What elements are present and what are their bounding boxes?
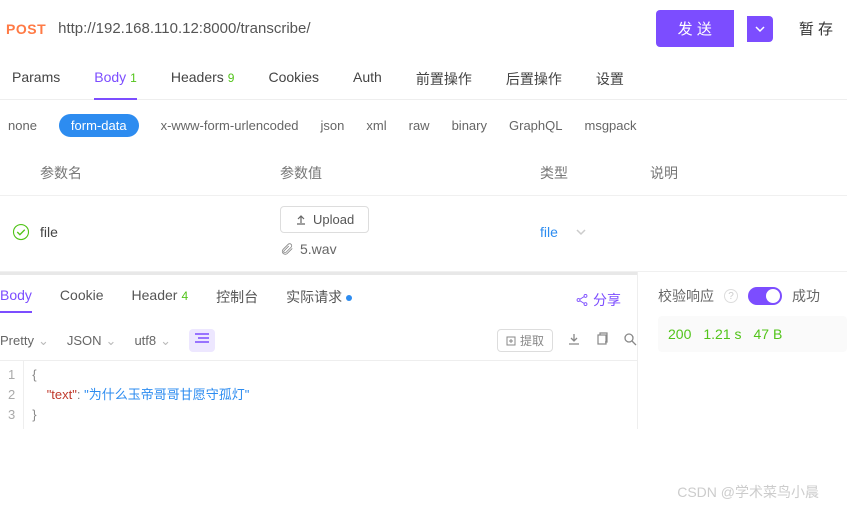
format-json[interactable]: JSON ⌄ xyxy=(67,333,117,349)
save-button[interactable]: 暂 存 xyxy=(785,10,847,47)
status-time: 1.21 s xyxy=(703,326,741,342)
attachment-icon xyxy=(280,242,294,256)
copy-icon[interactable] xyxy=(595,332,609,349)
tab-post-request[interactable]: 后置操作 xyxy=(506,69,562,99)
bodytype-form-data[interactable]: form-data xyxy=(59,114,139,137)
upload-label: Upload xyxy=(313,212,354,227)
tab-cookies[interactable]: Cookies xyxy=(268,69,319,99)
actual-dot-icon xyxy=(346,295,352,301)
bodytype-urlencoded[interactable]: x-www-form-urlencoded xyxy=(161,114,299,137)
upload-button[interactable]: Upload xyxy=(280,206,369,233)
watermark: CSDN @学术菜鸟小晨 xyxy=(677,482,819,502)
tab-headers[interactable]: Headers 9 xyxy=(171,69,235,99)
extract-label: 提取 xyxy=(520,332,544,349)
send-button[interactable]: 发 送 xyxy=(656,10,734,47)
chevron-down-icon: ⌄ xyxy=(160,333,171,349)
format-pretty-label: Pretty xyxy=(0,333,34,348)
tab-pre-request[interactable]: 前置操作 xyxy=(416,69,472,99)
url-input[interactable]: http://192.168.110.12:8000/transcribe/ xyxy=(58,20,644,37)
validate-label: 校验响应 xyxy=(658,286,714,306)
format-pretty[interactable]: Pretty ⌄ xyxy=(0,333,49,349)
validate-success-label: 成功 xyxy=(792,286,820,306)
resp-tab-actual-label: 实际请求 xyxy=(286,289,342,305)
param-type-select[interactable]: file xyxy=(540,224,650,240)
bodytype-binary[interactable]: binary xyxy=(452,114,487,137)
bodytype-xml[interactable]: xml xyxy=(366,114,386,137)
share-label: 分享 xyxy=(593,290,621,310)
extract-button[interactable]: 提取 xyxy=(497,329,553,352)
share-button[interactable]: 分享 xyxy=(575,290,621,310)
bodytype-graphql[interactable]: GraphQL xyxy=(509,114,562,137)
headers-count-badge: 9 xyxy=(228,71,235,85)
status-code: 200 xyxy=(668,326,691,342)
tab-body[interactable]: Body 1 xyxy=(94,69,137,99)
code-content: { "text": "为什么玉帝哥哥甘愿守孤灯" } xyxy=(24,361,257,429)
status-size: 47 B xyxy=(754,326,783,342)
tab-body-label: Body xyxy=(94,69,126,85)
format-json-label: JSON xyxy=(67,333,102,348)
bodytype-json[interactable]: json xyxy=(321,114,345,137)
param-row: file Upload 5.wav file xyxy=(0,196,847,272)
bodytype-none[interactable]: none xyxy=(8,114,37,137)
format-utf8[interactable]: utf8 ⌄ xyxy=(134,333,171,349)
bodytype-raw[interactable]: raw xyxy=(409,114,430,137)
download-icon[interactable] xyxy=(567,332,581,349)
filename-label: 5.wav xyxy=(300,241,337,257)
col-header-value: 参数值 xyxy=(280,163,540,183)
tab-headers-label: Headers xyxy=(171,69,224,85)
share-icon xyxy=(575,293,589,307)
status-summary: 200 1.21 s 47 B xyxy=(658,316,847,352)
upload-icon xyxy=(295,214,307,226)
validate-toggle[interactable] xyxy=(748,287,782,305)
body-count-badge: 1 xyxy=(130,71,137,85)
resp-tab-cookie[interactable]: Cookie xyxy=(60,287,104,313)
resp-tab-actual[interactable]: 实际请求 xyxy=(286,287,352,313)
tab-auth[interactable]: Auth xyxy=(353,69,382,99)
response-body-code[interactable]: 123 { "text": "为什么玉帝哥哥甘愿守孤灯" } xyxy=(0,360,637,429)
http-method[interactable]: POST xyxy=(6,21,46,37)
format-align-icon[interactable] xyxy=(189,329,215,352)
help-icon[interactable]: ? xyxy=(724,289,738,303)
send-dropdown[interactable] xyxy=(747,16,773,42)
col-header-type: 类型 xyxy=(540,163,650,183)
chevron-down-icon xyxy=(576,224,586,240)
param-name-input[interactable]: file xyxy=(34,224,280,240)
resp-tab-console[interactable]: 控制台 xyxy=(216,287,258,313)
resp-tab-header-label: Header xyxy=(132,287,178,303)
line-gutter: 123 xyxy=(0,361,24,429)
bodytype-msgpack[interactable]: msgpack xyxy=(584,114,636,137)
resp-header-badge: 4 xyxy=(181,289,188,303)
col-header-name: 参数名 xyxy=(40,163,280,183)
chevron-down-icon: ⌄ xyxy=(38,333,49,349)
extract-icon xyxy=(506,336,516,346)
format-utf8-label: utf8 xyxy=(134,333,156,348)
search-icon[interactable] xyxy=(623,332,637,349)
tab-settings[interactable]: 设置 xyxy=(596,69,624,99)
check-icon[interactable] xyxy=(8,223,34,241)
param-type-value: file xyxy=(540,224,558,240)
resp-tab-header[interactable]: Header4 xyxy=(132,287,189,313)
attached-file[interactable]: 5.wav xyxy=(280,233,540,257)
col-header-desc: 说明 xyxy=(650,163,678,183)
chevron-down-icon: ⌄ xyxy=(106,333,117,349)
resp-tab-body[interactable]: Body xyxy=(0,287,32,313)
tab-params[interactable]: Params xyxy=(12,69,60,99)
